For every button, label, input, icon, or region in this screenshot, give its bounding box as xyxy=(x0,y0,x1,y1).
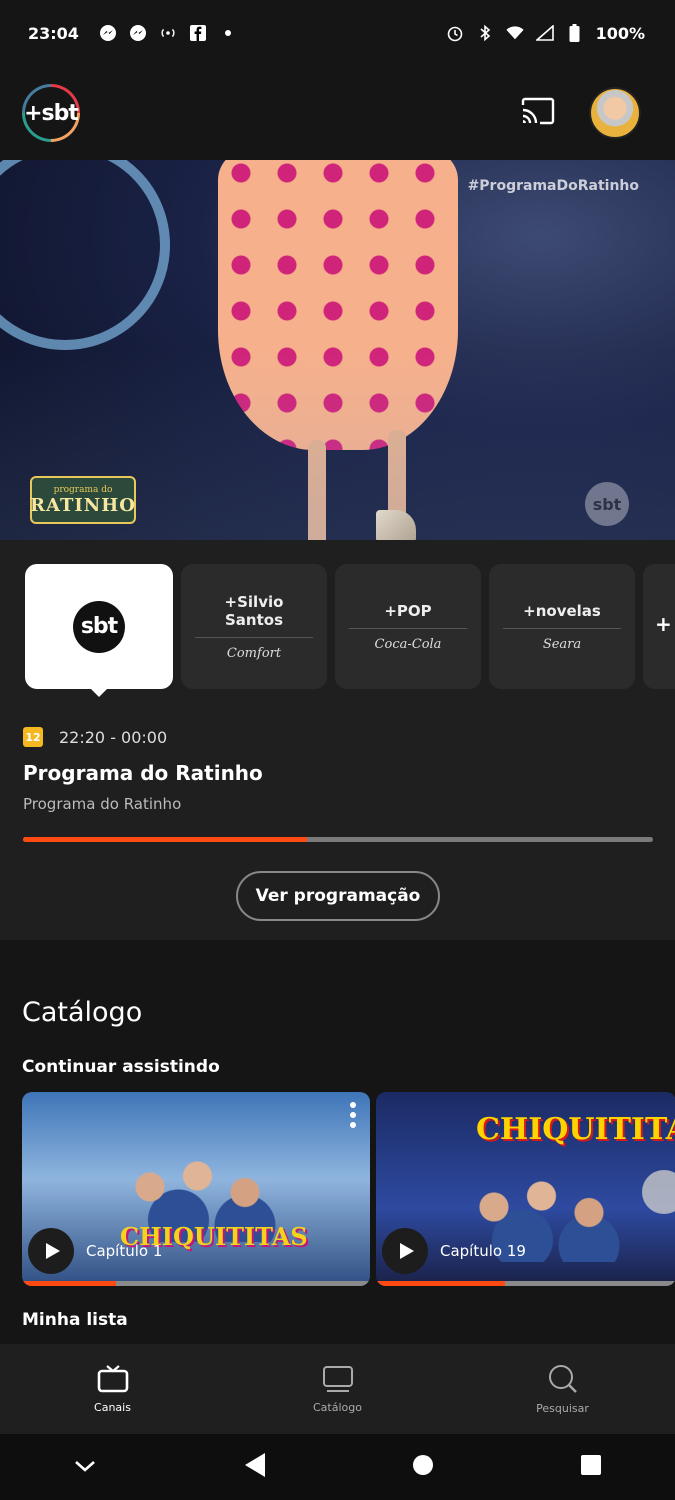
battery-level: 100% xyxy=(595,23,645,43)
play-icon[interactable] xyxy=(382,1228,428,1274)
recents-icon[interactable] xyxy=(580,1454,602,1480)
status-right: 100% xyxy=(446,24,645,43)
card-progress-fill xyxy=(22,1281,116,1286)
channel-title: +Silvio Santos xyxy=(195,593,313,638)
card-episode: Capítulo 1 xyxy=(86,1242,163,1260)
nav-label: Pesquisar xyxy=(536,1401,589,1415)
channel-silvio-santos[interactable]: +Silvio Santos Comfort xyxy=(181,564,327,689)
video-player[interactable]: #ProgramaDoRatinho programa do RATINHO s… xyxy=(0,160,675,540)
signal-icon xyxy=(535,24,554,42)
wifi-icon xyxy=(506,24,524,42)
program-progress xyxy=(23,837,653,842)
status-bar: 23:04 100% xyxy=(0,0,675,66)
program-time-row: 12 22:20 - 00:00 xyxy=(23,727,653,747)
bluetooth-icon xyxy=(476,24,494,42)
channel-pop[interactable]: +POP Coca-Cola xyxy=(335,564,481,689)
dot-icon xyxy=(219,24,237,42)
search-icon xyxy=(548,1364,577,1393)
view-schedule-button[interactable]: Ver programação xyxy=(236,871,440,921)
nav-channels[interactable]: Canais xyxy=(38,1364,188,1414)
continue-card[interactable]: CHIQUITITAS Capítulo 19 xyxy=(376,1092,675,1286)
camera-icon xyxy=(642,1170,675,1214)
show-logo-top: programa do xyxy=(53,484,113,495)
app-header: +sbt xyxy=(0,66,675,160)
status-left: 23:04 xyxy=(28,24,237,43)
more-options-icon[interactable] xyxy=(350,1102,356,1128)
channel-sponsor: Comfort xyxy=(226,645,282,661)
channel-sponsor: Coca-Cola xyxy=(374,636,442,652)
chevron-down-icon[interactable] xyxy=(73,1458,97,1477)
radio-icon xyxy=(159,24,177,42)
alarm-icon xyxy=(446,24,464,42)
video-hashtag: #ProgramaDoRatinho xyxy=(467,178,639,194)
card-progress xyxy=(376,1281,675,1286)
continue-card[interactable]: CHIQUITITAS Capítulo 1 xyxy=(22,1092,370,1286)
program-time: 22:20 - 00:00 xyxy=(59,727,168,747)
age-rating-badge: 12 xyxy=(23,727,43,747)
nav-label: Canais xyxy=(94,1400,131,1414)
program-title: Programa do Ratinho xyxy=(23,761,263,785)
facebook-icon xyxy=(189,24,207,42)
monitor-icon xyxy=(322,1365,353,1392)
channel-title: +novelas xyxy=(503,602,621,629)
my-list-label: Minha lista xyxy=(22,1310,128,1330)
channel-panel: sbt +Silvio Santos Comfort +POP Coca-Col… xyxy=(0,540,675,940)
card-episode: Capítulo 19 xyxy=(440,1242,526,1260)
header-actions xyxy=(521,87,641,139)
bottom-nav: Canais Catálogo Pesquisar xyxy=(0,1344,675,1434)
show-logo-main: RATINHO xyxy=(30,494,136,516)
catalog-title: Catálogo xyxy=(22,997,143,1028)
messenger-icon xyxy=(129,24,147,42)
status-time: 23:04 xyxy=(28,23,79,43)
nav-search[interactable]: Pesquisar xyxy=(488,1364,638,1415)
battery-icon xyxy=(566,24,584,42)
channel-more[interactable]: + xyxy=(643,564,675,689)
card-progress xyxy=(22,1281,370,1286)
channel-title: + xyxy=(655,612,672,636)
sbt-logo[interactable]: +sbt xyxy=(22,84,80,142)
channel-watermark: sbt xyxy=(585,482,629,526)
continue-watching-label: Continuar assistindo xyxy=(22,1057,220,1077)
nav-catalog[interactable]: Catálogo xyxy=(263,1365,413,1414)
messenger-icon xyxy=(99,24,117,42)
back-icon[interactable] xyxy=(243,1452,267,1482)
show-logo: programa do RATINHO xyxy=(30,476,136,524)
continue-watching-row: CHIQUITITAS Capítulo 1 CHIQUITITAS Capít… xyxy=(22,1092,675,1286)
avatar[interactable] xyxy=(589,87,641,139)
program-info: 12 22:20 - 00:00 Programa do Ratinho Pro… xyxy=(23,727,653,842)
channel-title: +POP xyxy=(349,602,467,629)
system-nav-bar xyxy=(0,1434,675,1500)
nav-label: Catálogo xyxy=(313,1400,362,1414)
tv-icon xyxy=(97,1364,128,1392)
channel-sponsor: Seara xyxy=(542,636,582,652)
card-progress-fill xyxy=(376,1281,505,1286)
channel-sbt[interactable]: sbt xyxy=(25,564,173,697)
logo-text: +sbt xyxy=(24,100,79,126)
program-subtitle: Programa do Ratinho xyxy=(23,795,182,813)
play-icon[interactable] xyxy=(28,1228,74,1274)
channel-novelas[interactable]: +novelas Seara xyxy=(489,564,635,689)
card-brand: CHIQUITITAS xyxy=(476,1112,675,1147)
channel-carousel: sbt +Silvio Santos Comfort +POP Coca-Col… xyxy=(25,564,675,697)
program-progress-fill xyxy=(23,837,307,842)
home-icon[interactable] xyxy=(412,1454,434,1480)
cast-icon[interactable] xyxy=(521,97,555,129)
sbt-channel-logo: sbt xyxy=(73,600,125,653)
